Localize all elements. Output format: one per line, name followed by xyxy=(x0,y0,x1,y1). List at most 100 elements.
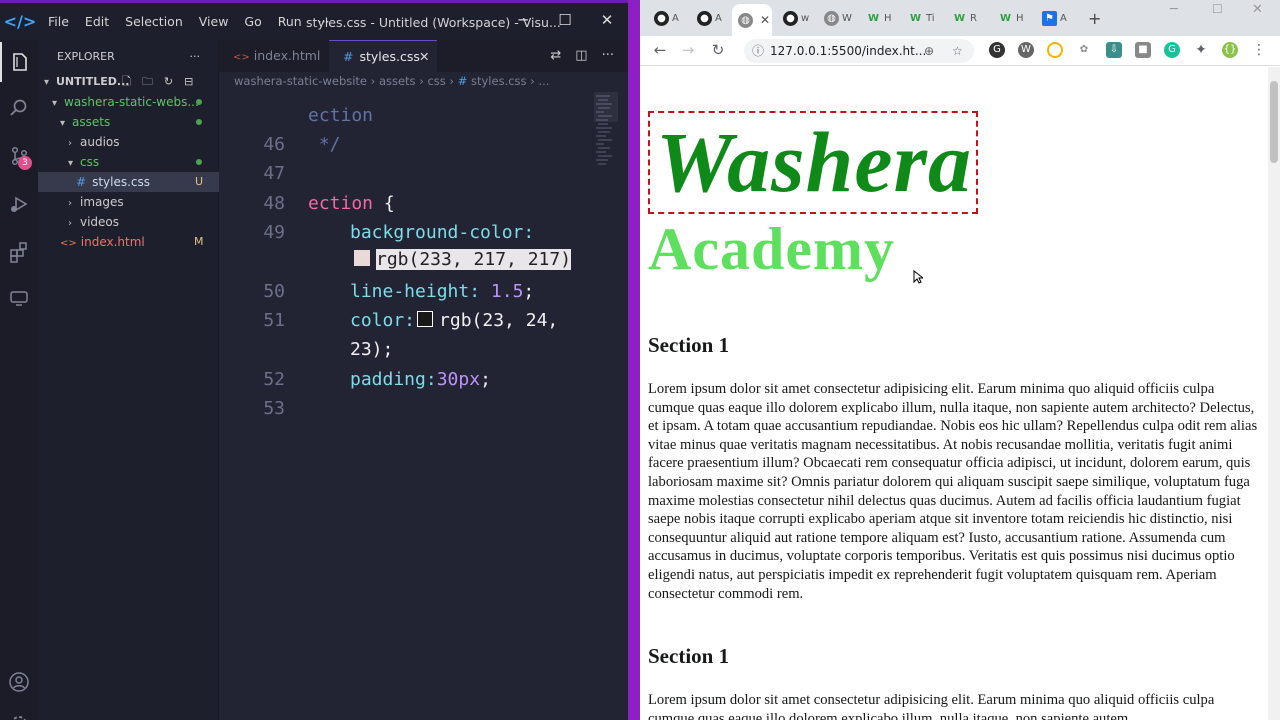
tree-item-washera[interactable]: ▾ washera-static-webs... xyxy=(52,92,219,112)
browser-tab[interactable]: ⚑ A xyxy=(1036,6,1076,30)
source-control-icon[interactable]: 3 xyxy=(0,136,38,176)
browser-tab[interactable]: ● A xyxy=(648,6,688,30)
extensions-puzzle-icon[interactable]: ✦ xyxy=(1193,42,1209,58)
remote-explorer-icon[interactable] xyxy=(0,278,38,318)
profile-avatar[interactable]: {} xyxy=(1222,42,1238,58)
extension-box-icon[interactable]: ■ xyxy=(1135,42,1151,58)
menu-view[interactable]: View xyxy=(191,14,237,29)
tree-item-label: washera-static-webs... xyxy=(64,95,199,109)
bookmark-star-icon[interactable]: ☆ xyxy=(952,39,963,63)
forward-icon[interactable]: → xyxy=(676,41,700,59)
close-window-icon[interactable]: ✕ xyxy=(1252,2,1263,17)
browser-menu-icon[interactable]: ⋮ xyxy=(1251,42,1267,58)
more-actions-icon[interactable]: ··· xyxy=(602,48,614,63)
browser-tab[interactable]: ◍ W xyxy=(818,6,858,30)
scrollbar-thumb[interactable] xyxy=(1270,81,1278,163)
extensions-icon[interactable] xyxy=(0,232,38,272)
run-debug-icon[interactable] xyxy=(0,184,38,224)
tree-item-videos[interactable]: › videos xyxy=(68,212,219,232)
webpage-content: Washera Academy Section 1 Lorem ipsum do… xyxy=(640,67,1268,720)
maximize-icon[interactable]: ☐ xyxy=(1212,2,1223,16)
menu-file[interactable]: File xyxy=(40,14,77,29)
new-file-icon[interactable]: 🗋 xyxy=(122,75,142,88)
menu-selection[interactable]: Selection xyxy=(117,14,191,29)
minimize-icon[interactable]: ─ xyxy=(503,11,543,29)
close-window-icon[interactable]: ✕ xyxy=(587,11,627,29)
git-status-dot xyxy=(196,159,202,165)
breadcrumb-item[interactable]: washera-static-website xyxy=(234,74,367,88)
explorer-more-icon[interactable]: ··· xyxy=(190,50,201,63)
css-property: background-color: xyxy=(350,222,535,243)
tree-item-label: styles.css xyxy=(92,175,151,189)
account-icon[interactable] xyxy=(0,662,38,702)
maximize-icon[interactable]: ☐ xyxy=(545,11,585,29)
color-swatch[interactable] xyxy=(417,311,434,327)
breadcrumb-item[interactable]: assets xyxy=(379,74,416,88)
page-scrollbar[interactable] xyxy=(1268,67,1280,720)
collapse-all-icon[interactable]: ⊟ xyxy=(184,75,204,88)
zoom-icon[interactable]: ⊕ xyxy=(924,39,934,63)
line-number: 52 xyxy=(263,369,285,390)
source-control-badge: 3 xyxy=(18,156,32,170)
close-tab-icon[interactable]: ✕ xyxy=(419,41,429,73)
menu-go[interactable]: Go xyxy=(236,14,269,29)
css-property: line-height: xyxy=(350,281,481,302)
breadcrumb-item[interactable]: css xyxy=(427,74,445,88)
compare-changes-icon[interactable]: ⇄ xyxy=(550,48,561,63)
git-status-dot xyxy=(196,99,202,105)
browser-tab[interactable]: WR xyxy=(946,6,986,30)
tree-item-assets[interactable]: ▾ assets xyxy=(60,112,219,132)
tree-item-audios[interactable]: › audios xyxy=(68,132,219,152)
tab-styles-css[interactable]: # styles.css ✕ xyxy=(329,40,437,72)
breadcrumb-item[interactable]: ... xyxy=(538,74,549,88)
new-tab-icon[interactable]: + xyxy=(1088,9,1101,28)
tree-item-styles-css[interactable]: # styles.css U xyxy=(38,172,219,192)
workspace-header[interactable]: ▾ UNTITLED... 🗋🗀↻⊟ xyxy=(44,72,219,92)
code-area[interactable]: ection 46 */ 47 48 ection { 49 backgroun… xyxy=(219,92,628,720)
back-icon[interactable]: ← xyxy=(648,41,672,59)
line-number: 47 xyxy=(263,163,285,184)
address-bar[interactable]: ⓘ 127.0.0.1:5500/index.ht... ⊕ ☆ xyxy=(744,39,974,63)
extension-leaf-icon[interactable]: ✿ xyxy=(1076,42,1092,58)
settings-gear-icon[interactable] xyxy=(0,704,38,720)
grammarly-icon[interactable]: G xyxy=(1164,42,1180,58)
browser-tab-active[interactable]: ◍ ✕ xyxy=(732,4,772,36)
browser-tab[interactable]: W Ti xyxy=(902,6,942,30)
minimize-icon[interactable]: ─ xyxy=(1170,2,1178,17)
chevron-down-icon: ▾ xyxy=(44,77,50,88)
search-icon[interactable] xyxy=(0,88,38,128)
extension-w-icon[interactable]: W xyxy=(1018,42,1034,58)
tab-title: H xyxy=(884,12,892,24)
vscode-titlebar: </> File Edit Selection View Go Run ··· … xyxy=(0,0,628,40)
w-icon: W xyxy=(909,12,922,24)
explorer-actions[interactable]: 🗋🗀↻⊟ xyxy=(122,72,204,92)
tree-item-images[interactable]: › images xyxy=(68,192,219,212)
browser-tab[interactable]: WH xyxy=(992,6,1032,30)
tree-item-css[interactable]: ▾ css xyxy=(68,152,219,172)
tab-index-html[interactable]: <> index.html xyxy=(219,40,329,72)
close-tab-icon[interactable]: ✕ xyxy=(760,13,770,27)
tree-item-index-html[interactable]: <> index.html M xyxy=(60,232,219,252)
refresh-icon[interactable]: ↻ xyxy=(164,75,184,88)
editor-actions: ⇄ ◫ ··· xyxy=(550,48,614,63)
browser-tab-strip: ● A ● A ◍ ✕ ● w ◍ W WH W Ti WR WH ⚑ A + ─ ☐ ✕ xyxy=(640,0,1280,36)
new-folder-icon[interactable]: 🗀 xyxy=(142,75,164,88)
tab-title: A xyxy=(1060,12,1067,24)
extension-color-icon[interactable] xyxy=(1047,42,1063,58)
extension-g-icon[interactable]: G xyxy=(989,42,1005,58)
split-editor-icon[interactable]: ◫ xyxy=(575,48,587,63)
explorer-icon[interactable] xyxy=(0,42,38,82)
activity-bar: 3 xyxy=(0,40,38,720)
extension-download-icon[interactable]: ⇩ xyxy=(1106,42,1122,58)
browser-tab[interactable]: WH xyxy=(860,6,900,30)
reload-icon[interactable]: ↻ xyxy=(706,41,730,59)
breadcrumb-item[interactable]: styles.css xyxy=(471,74,527,88)
css-value: rgb(233, 217, 217) xyxy=(376,249,572,270)
browser-tab[interactable]: ● w xyxy=(777,6,817,30)
menu-run[interactable]: Run xyxy=(270,14,310,29)
color-swatch[interactable] xyxy=(354,250,370,266)
menu-edit[interactable]: Edit xyxy=(77,14,117,29)
minimap[interactable] xyxy=(594,92,618,212)
section-paragraph: Lorem ipsum dolor sit amet consectetur a… xyxy=(648,381,1258,602)
browser-tab[interactable]: ● A xyxy=(691,6,731,30)
